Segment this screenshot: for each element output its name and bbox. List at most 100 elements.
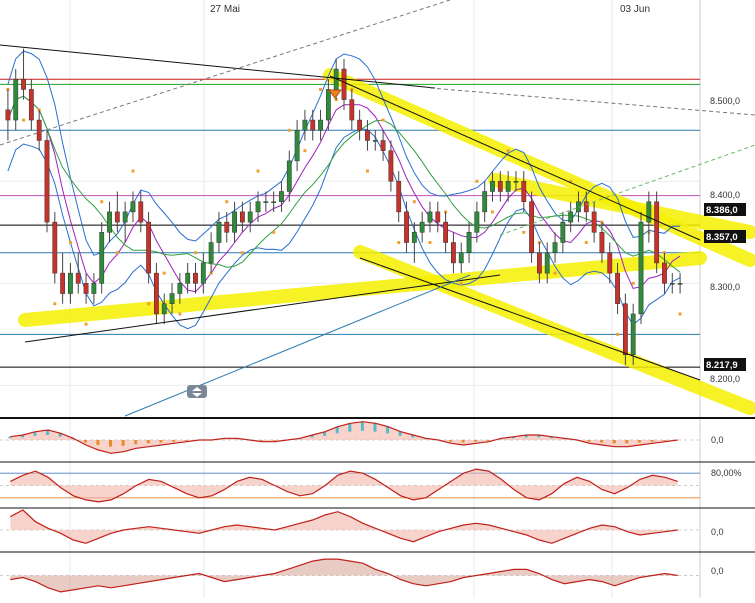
panel-1-tick: 0,0 xyxy=(711,435,724,445)
candle-body-1 xyxy=(13,78,19,121)
panel-0-bar-12 xyxy=(159,440,163,443)
candle-body-10 xyxy=(83,283,89,294)
psar-dot-52 xyxy=(412,200,416,204)
psar-dot-20 xyxy=(162,271,166,275)
candle-body-12 xyxy=(99,232,105,284)
candle-body-22 xyxy=(177,283,183,294)
psar-dot-28 xyxy=(225,200,229,204)
psar-dot-32 xyxy=(256,169,260,173)
panel-0-bar-38 xyxy=(486,440,490,441)
candle-body-79 xyxy=(622,303,628,356)
candle-body-45 xyxy=(357,119,363,131)
panel-2-tick: 80,00% xyxy=(711,468,742,478)
candle-body-11 xyxy=(91,283,97,294)
psar-dot-38 xyxy=(303,149,307,153)
psar-dot-6 xyxy=(53,302,57,306)
psar-dot-58 xyxy=(459,281,463,285)
psar-dot-80 xyxy=(631,281,635,285)
candle-body-31 xyxy=(247,211,253,223)
psar-dot-34 xyxy=(272,230,276,234)
candle-body-5 xyxy=(44,140,50,223)
candle-body-33 xyxy=(263,201,269,203)
panel-0-bar-46 xyxy=(587,440,591,442)
candle-body-17 xyxy=(138,201,144,223)
psar-dot-46 xyxy=(365,169,369,173)
panel-0-bar-13 xyxy=(172,440,175,442)
psar-dot-8 xyxy=(68,241,72,245)
date-label-2: 03 Jun xyxy=(620,4,650,15)
panel-0-bar-9 xyxy=(121,440,125,446)
candle-body-74 xyxy=(583,201,589,213)
candle-body-0 xyxy=(5,109,11,121)
candle-body-67 xyxy=(529,201,534,253)
panel-0-bar-50 xyxy=(637,440,641,443)
candle-body-52 xyxy=(411,232,417,243)
candle-body-25 xyxy=(200,262,206,284)
candle-body-40 xyxy=(318,119,323,131)
candle-body-56 xyxy=(443,221,449,243)
candle-body-78 xyxy=(615,272,620,304)
chart-root: 27 Mai 03 Jun 8.500,0 8.400,0 8.300,0 8.… xyxy=(0,0,755,598)
candle-body-34 xyxy=(271,201,277,203)
price-marker-label-1: 8.386,0 xyxy=(706,205,738,216)
candle-body-75 xyxy=(591,211,597,233)
panel-0-bar-51 xyxy=(650,440,654,442)
candle-body-70 xyxy=(552,242,558,253)
psar-dot-22 xyxy=(178,312,182,316)
candle-body-19 xyxy=(154,272,159,315)
candle-body-60 xyxy=(474,211,480,233)
candle-body-57 xyxy=(451,242,456,264)
candle-body-21 xyxy=(169,293,175,304)
candle-body-6 xyxy=(52,221,58,274)
price-tick-4: 8.200,0 xyxy=(710,374,740,384)
psar-dot-10 xyxy=(84,322,88,326)
panel-0-bar-14 xyxy=(184,440,188,441)
panel-0-bar-10 xyxy=(134,440,138,445)
candle-body-48 xyxy=(380,140,386,151)
psar-dot-40 xyxy=(319,87,323,91)
psar-dot-14 xyxy=(115,251,119,255)
candle-body-86 xyxy=(677,283,683,285)
candle-body-82 xyxy=(646,201,652,223)
candle-body-51 xyxy=(404,211,409,243)
price-marker-1: 8.386,0 xyxy=(704,203,746,216)
psar-dot-86 xyxy=(678,312,682,316)
psar-dot-16 xyxy=(131,169,135,173)
candle-body-15 xyxy=(122,211,128,223)
chart-canvas[interactable]: 27 Mai 03 Jun 8.500,0 8.400,0 8.300,0 8.… xyxy=(0,0,755,598)
candle-body-59 xyxy=(466,232,472,253)
psar-dot-74 xyxy=(584,241,588,245)
psar-dot-12 xyxy=(100,200,104,204)
candle-body-49 xyxy=(388,150,394,182)
panel-0-bar-47 xyxy=(600,440,604,443)
candle-body-16 xyxy=(130,201,136,213)
candle-body-32 xyxy=(255,201,261,213)
panel-0-bar-27 xyxy=(348,423,352,432)
psar-dot-36 xyxy=(287,128,291,132)
candle-body-69 xyxy=(544,252,550,274)
candle-body-7 xyxy=(60,272,66,294)
price-marker-label-2: 8.357,0 xyxy=(706,232,738,243)
panel-0-bar-36 xyxy=(461,440,465,443)
candle-body-58 xyxy=(458,252,464,264)
candle-body-80 xyxy=(630,313,636,356)
candle-body-43 xyxy=(341,68,347,100)
psar-dot-2 xyxy=(22,118,26,122)
candle-body-36 xyxy=(286,160,292,192)
candle-body-83 xyxy=(654,201,660,264)
candle-body-85 xyxy=(669,283,675,285)
scroll-handle-icon[interactable] xyxy=(187,385,207,398)
psar-dot-54 xyxy=(428,241,432,245)
candle-body-24 xyxy=(193,272,198,284)
candle-body-50 xyxy=(396,181,402,213)
psar-dot-70 xyxy=(553,271,557,275)
candle-body-29 xyxy=(232,211,237,233)
candle-body-66 xyxy=(521,181,527,202)
candle-body-46 xyxy=(365,130,370,141)
psar-dot-18 xyxy=(147,302,151,306)
psar-dot-62 xyxy=(491,210,495,214)
psar-dot-66 xyxy=(522,230,526,234)
panel-0-bar-20 xyxy=(260,440,264,441)
candle-body-27 xyxy=(216,221,222,243)
price-tick-3: 8.300,0 xyxy=(710,282,740,292)
